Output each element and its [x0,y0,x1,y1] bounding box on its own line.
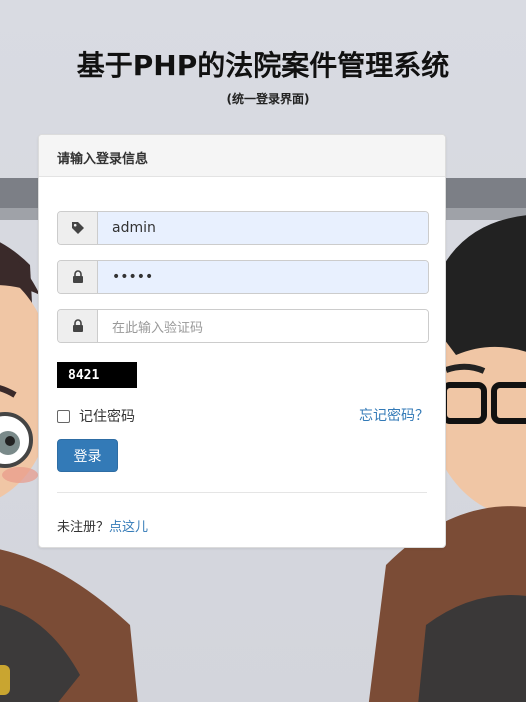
captcha-input[interactable]: 在此输入验证码 [98,310,428,342]
forgot-password-link[interactable]: 忘记密码？ [359,405,429,425]
lock-icon [58,261,98,293]
username-field[interactable]: admin [57,211,429,245]
captcha-image[interactable]: 8421 [57,362,137,388]
login-panel: 请输入登录信息 admin ••••• 在此输入验证码 8421 记住密码 忘记… [38,134,446,548]
divider [57,492,427,493]
lock-icon [58,310,98,342]
remember-password[interactable]: 记住密码 [57,406,135,426]
register-link[interactable]: 点这儿 [109,520,148,535]
page-subtitle: (统一登录界面) [226,92,310,106]
remember-checkbox[interactable] [57,409,70,423]
login-button[interactable]: 登录 [57,439,118,472]
username-input[interactable]: admin [98,212,428,244]
tag-icon [58,212,98,244]
page-title: 基于PHP的法院案件管理系统 [76,49,450,82]
panel-heading: 请输入登录信息 [39,135,445,177]
captcha-field[interactable]: 在此输入验证码 [57,309,429,343]
register-prompt: 未注册？点这儿 [57,516,148,535]
remember-label: 记住密码 [79,409,135,425]
password-input[interactable]: ••••• [98,261,428,293]
register-text: 未注册？ [57,520,110,535]
password-field[interactable]: ••••• [57,260,429,294]
